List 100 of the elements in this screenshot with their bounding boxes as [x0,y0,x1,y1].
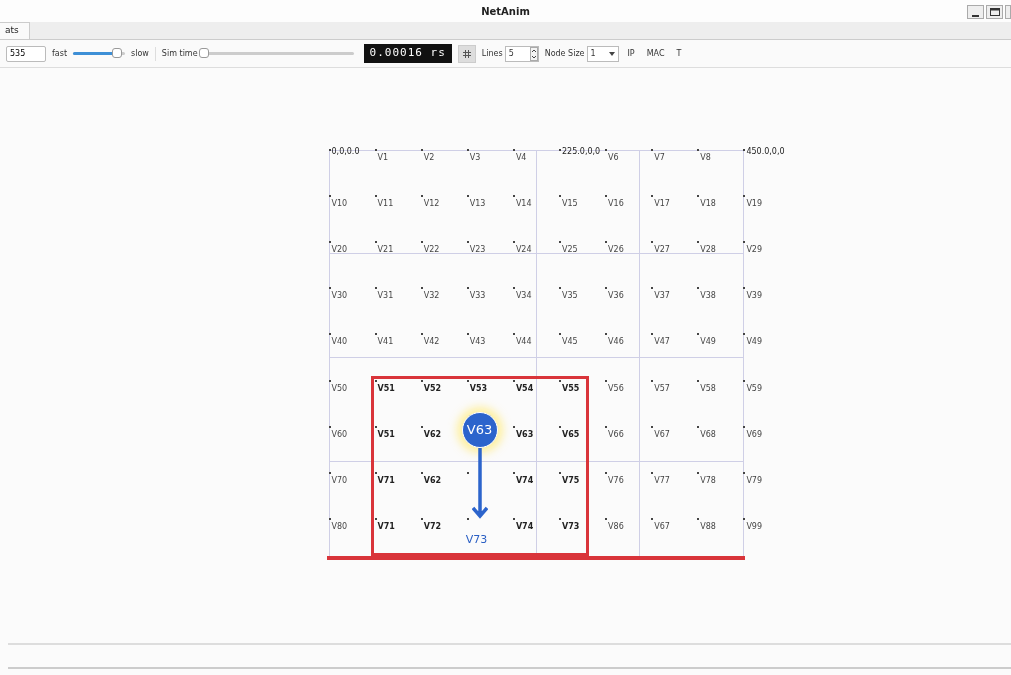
grid-toggle-button[interactable] [457,44,476,63]
minimize-button[interactable] [967,5,984,19]
mac-button[interactable]: MAC [643,47,668,60]
node-label: V53 [469,382,488,395]
node-label: V45 [562,336,578,349]
node-label: V4 [515,152,527,164]
window-title: NetAnim [481,4,530,19]
node-label: V1 [377,152,389,164]
maximize-icon [989,8,1000,16]
node-label: V25 [562,244,578,257]
node-label: V71 [377,474,395,487]
time-display: 0.00016 rs [363,44,452,63]
slow-label: slow [131,47,149,60]
maximize-button[interactable] [986,5,1003,19]
node-label: V41 [377,336,394,349]
node-label: V24 [515,244,532,257]
node-label: V6 [608,152,619,164]
node-label: V34 [515,290,532,303]
spin-arrows-icon [529,46,538,61]
node-label: V49 [746,336,763,349]
node-label: V39 [746,290,763,303]
node-label: V47 [654,336,670,349]
caret-icon [608,51,615,56]
coordinate-label: 225.0,0,0 [562,146,601,158]
node-label: V70 [331,474,348,487]
node-label: V15 [562,198,578,211]
node-label: V12 [423,198,440,211]
node-label: V73 [562,520,580,533]
node-label: V36 [608,290,624,303]
node-label: V56 [608,382,624,395]
node-label: V19 [746,198,763,211]
node-label: V2 [423,152,435,164]
node-label: V62 [423,428,441,441]
node-label: V3 [469,152,481,164]
node-label: V67 [654,520,670,533]
node-label: V58 [700,382,716,395]
node-label: V68 [700,428,716,441]
node-label: V69 [746,428,763,441]
node-label: V28 [700,244,716,257]
node-label: V52 [423,382,441,395]
node-label: V54 [515,382,534,395]
lines-spinbox[interactable]: 5 [504,45,539,62]
node-label: V76 [608,474,624,487]
node-label: V59 [746,382,763,395]
node-size-dropdown[interactable]: 1 [586,45,619,62]
speed-slider-handle[interactable] [112,48,123,58]
sim-time-slider-handle[interactable] [198,48,209,58]
node-label: V17 [654,198,670,211]
down-arrow [471,448,488,520]
t-button[interactable]: T [673,47,685,60]
node-label: V77 [654,474,670,487]
node-label: V27 [654,244,670,257]
node-label: V8 [700,152,711,164]
sim-time-label: Sim time [161,47,198,60]
ip-button[interactable]: IP [624,47,638,60]
node-label: V71 [377,520,395,533]
node-label: V44 [515,336,532,349]
node-label: V74 [515,474,534,487]
node-label: V72 [423,520,441,533]
speed-field[interactable]: 535 [6,45,46,62]
node-label: V37 [654,290,670,303]
node-label: V13 [469,198,486,211]
node-label: V31 [377,290,394,303]
node-label: V32 [423,290,440,303]
node-label: V23 [469,244,486,257]
node-label: V78 [700,474,716,487]
node-label: V62 [423,474,441,487]
node-label: V99 [746,520,763,533]
node-label: V73 [465,531,488,548]
node-label: V63 [515,428,534,441]
node-size-label: Node Size [544,47,585,60]
coordinate-label: 0,0,0.0 [331,146,360,158]
node-label: V43 [469,336,486,349]
node-label: V66 [608,428,624,441]
node-label: V30 [331,290,348,303]
node-label: V86 [608,520,624,533]
node-label: V65 [562,428,580,441]
node-label: V22 [423,244,440,257]
fast-label: fast [52,47,68,60]
highlighted-node: V63 [461,412,498,448]
node-label: V46 [608,336,624,349]
node-label: V29 [746,244,763,257]
grid-icon [462,49,471,58]
node-label: V20 [331,244,348,257]
lines-label: Lines [481,47,503,60]
node-label: V26 [608,244,624,257]
node-label: V55 [562,382,580,395]
node-label: V79 [746,474,763,487]
node-label: V60 [331,428,348,441]
node-label: V74 [515,520,534,533]
node-label: V11 [377,198,394,211]
node-label: V51 [377,428,395,441]
node-label: V14 [515,198,532,211]
coordinate-label: 450.0,0,0 [746,146,785,158]
node-label: V18 [700,198,716,211]
node-label: V49 [700,336,716,349]
node-label: V51 [377,382,395,395]
node-label: V38 [700,290,716,303]
node-label: V80 [331,520,348,533]
node-label: V57 [654,382,670,395]
